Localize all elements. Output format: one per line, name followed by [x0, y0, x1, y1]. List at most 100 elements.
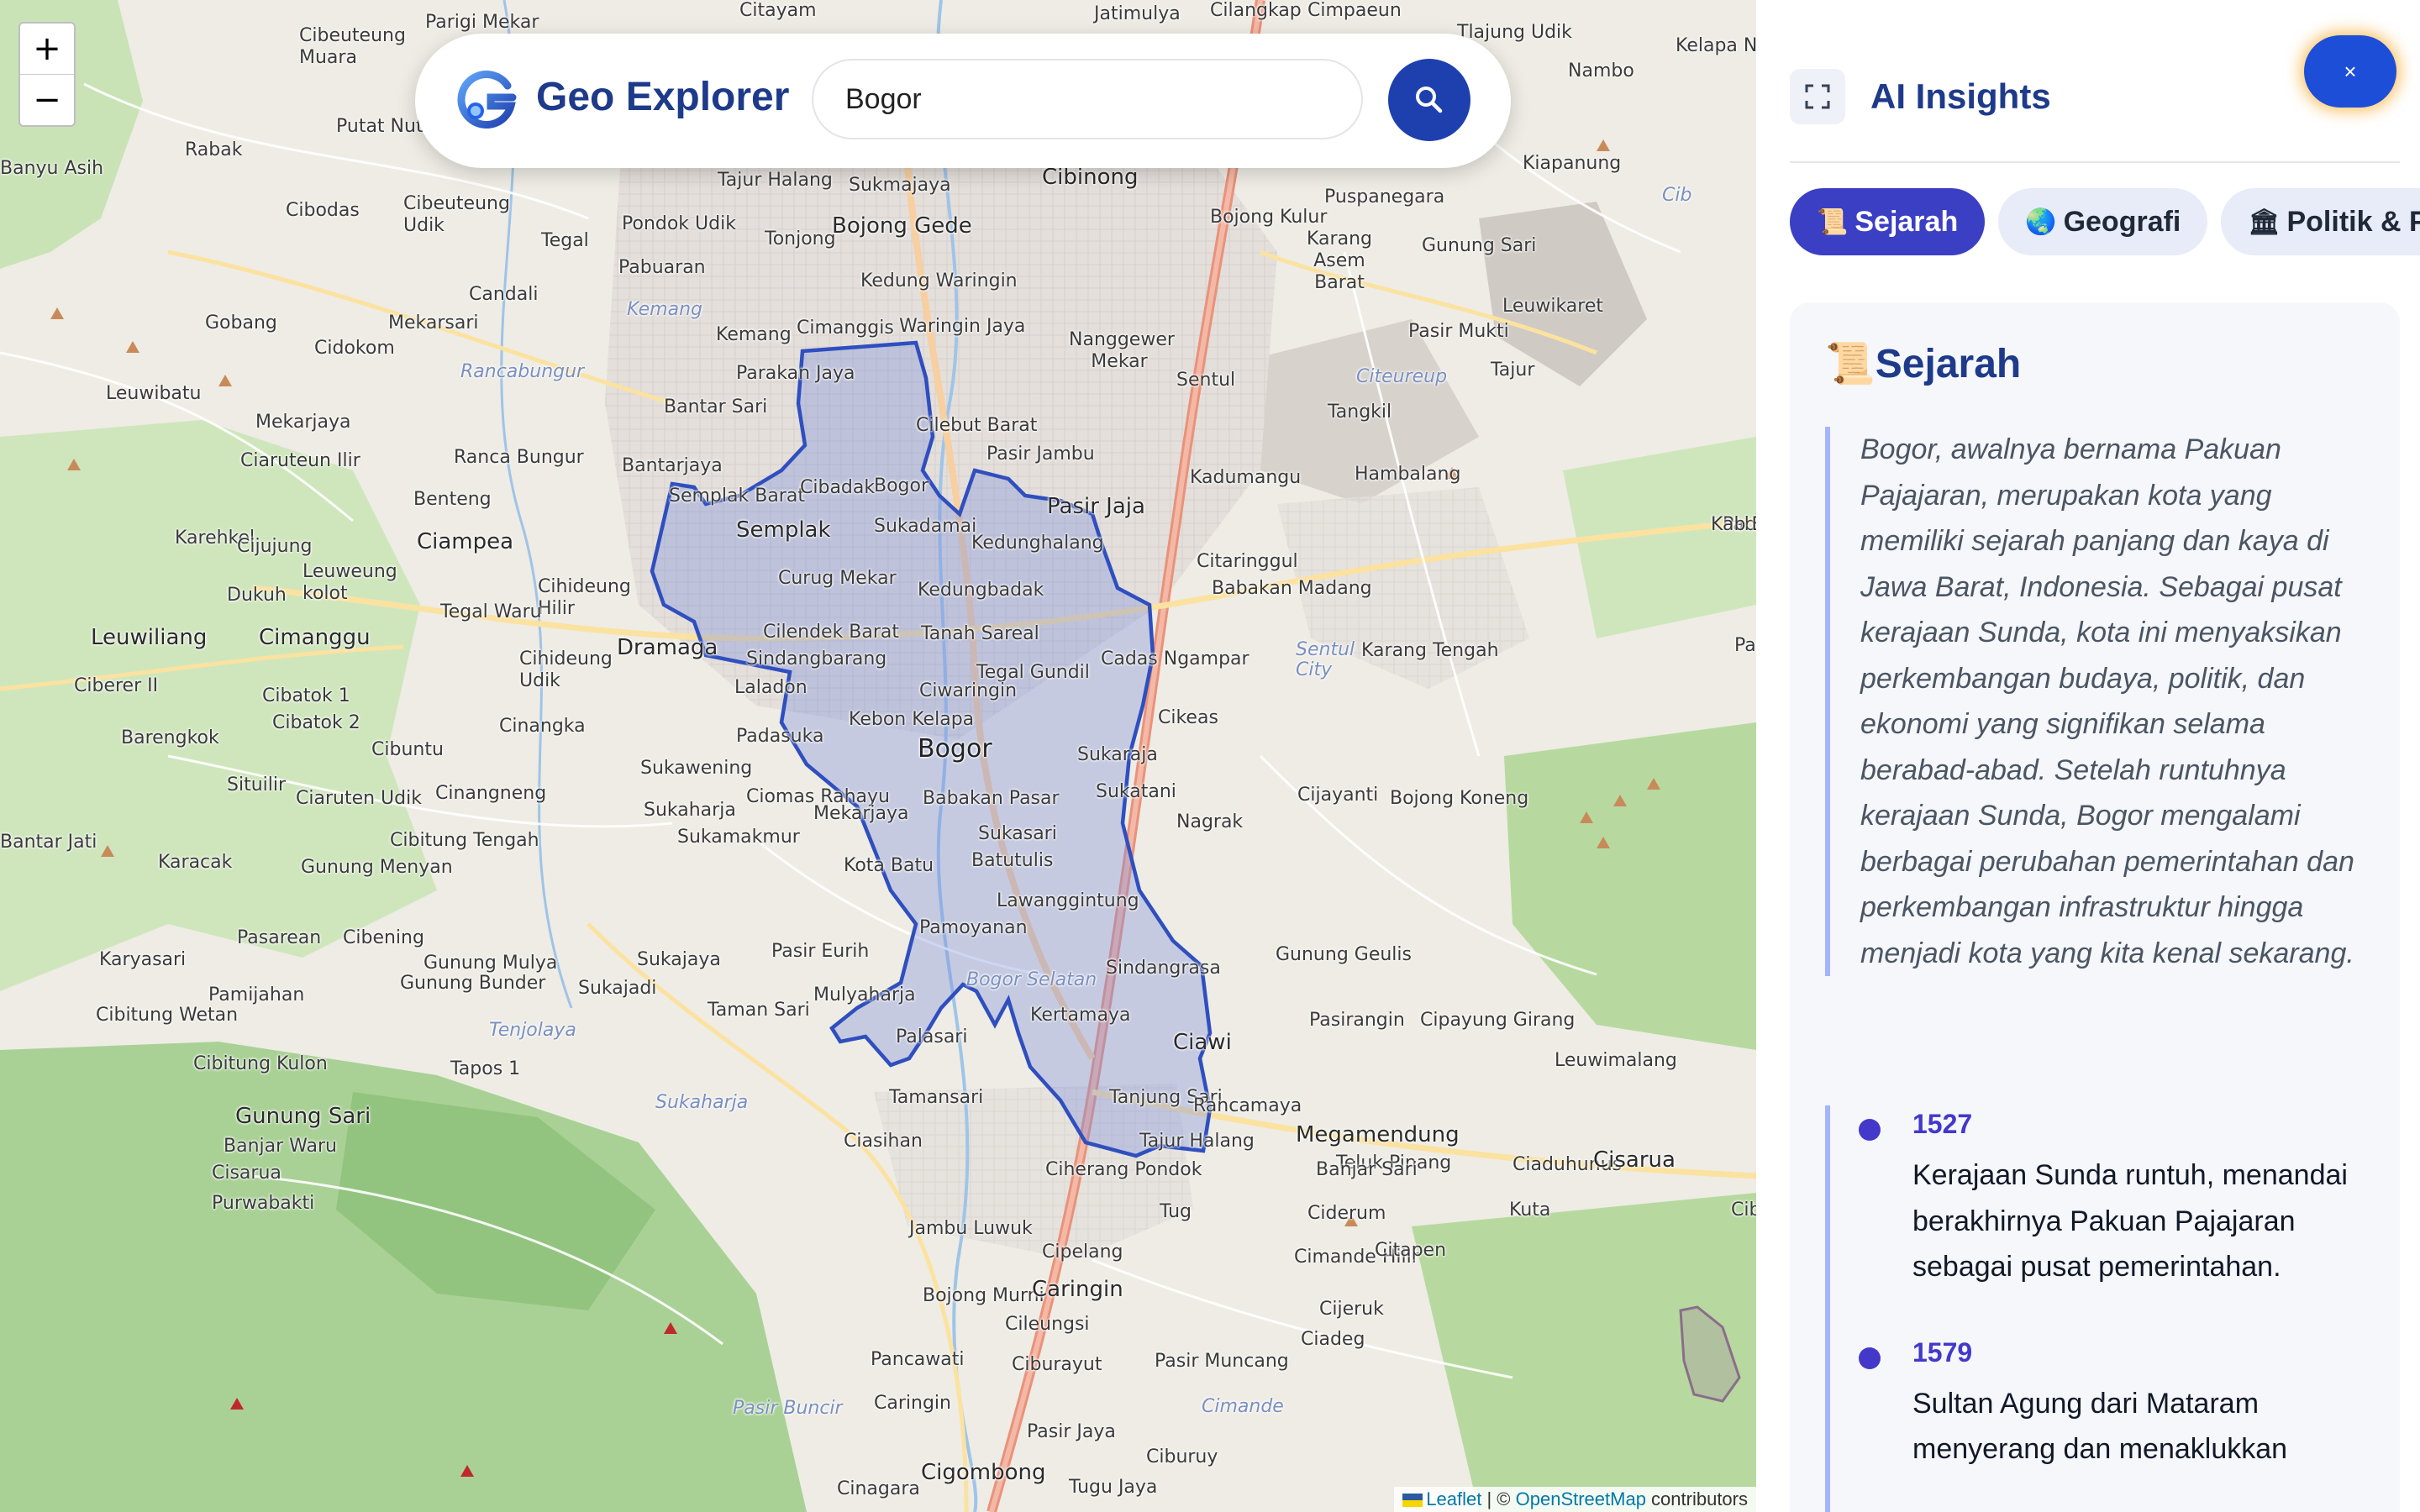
place-label: Cibadak [800, 477, 876, 498]
ai-insights-panel: AI Insights × 📜 Sejarah 🌏 Geografi 🏛 Pol… [1756, 0, 2420, 1512]
place-label: Tegal [541, 230, 589, 251]
app-title: Geo Explorer [536, 75, 790, 119]
timeline-year: 1527 [1912, 1109, 1973, 1139]
place-label: Kiapanung [1523, 153, 1622, 174]
place-label-major: Ciawi [1173, 1030, 1232, 1055]
place-label: Nambo [1568, 60, 1634, 81]
place-label: Cibitung Tengah [390, 830, 539, 851]
attribution-separator: | © [1481, 1488, 1516, 1509]
place-label: Cilendek Barat [763, 622, 900, 643]
timeline-text: Kerajaan Sunda runtuh, menandai berakhir… [1912, 1159, 2348, 1283]
place-label: Cisarua [212, 1163, 281, 1184]
place-label: Pancawati [871, 1349, 965, 1370]
place-label: Sukasari [978, 823, 1057, 844]
place-label: Kemang [627, 299, 702, 320]
timeline-text: Sultan Agung dari Mataram menyerang dan … [1912, 1387, 2288, 1466]
place-label: Citaringgul [1197, 551, 1298, 572]
place-label: Cinangka [499, 716, 586, 737]
search-input[interactable] [812, 59, 1363, 139]
place-label: Ciwaringin [919, 680, 1018, 701]
search-bar: Geo Explorer [415, 34, 1511, 168]
tab-politik[interactable]: 🏛 Politik & P [2221, 188, 2420, 255]
expand-button[interactable] [1790, 69, 1845, 124]
place-label: Kuta [1509, 1200, 1551, 1221]
place-label: Ciaruteun Ilir [240, 450, 360, 471]
scroll-icon: 📜 [1825, 342, 1876, 386]
place-label: Ciherang Pondok [1045, 1159, 1202, 1180]
place-label: Barengkok [121, 727, 219, 748]
place-label: Gunung Sari [1422, 235, 1537, 256]
place-label: Cimande [1202, 1396, 1284, 1417]
place-label: Pasirangin [1309, 1010, 1405, 1031]
place-label: Kota Batu [844, 855, 934, 876]
place-label: Pasir Buncir [733, 1398, 843, 1419]
place-label: Cimanggis [797, 318, 894, 339]
place-label: Ciburayut [1012, 1354, 1102, 1375]
place-label: Cipelang [1042, 1242, 1123, 1263]
place-label: Gobang [205, 312, 277, 333]
section-title-text: Sejarah [1875, 342, 2022, 386]
tab-sejarah[interactable]: 📜 Sejarah [1790, 188, 1986, 255]
place-label: Citayam [739, 0, 817, 21]
map-view[interactable]: Parigi Mekar Citayam Jatimulya Cilangkap… [0, 0, 1756, 1512]
place-label: Karang Tengah [1361, 640, 1499, 661]
section-title: 📜Sejarah [1825, 339, 2021, 387]
tab-label: Sejarah [1854, 205, 1959, 238]
leaflet-link[interactable]: Leaflet [1426, 1488, 1481, 1509]
place-label: Nanggewer Mekar [1069, 329, 1175, 372]
place-label: Tegal Waru [440, 601, 542, 622]
place-label: Bojong Kulur [1210, 207, 1328, 228]
place-label: Cibodas [286, 200, 360, 221]
place-label: Parigi Mekar [425, 12, 539, 33]
ukraine-flag-icon [1402, 1494, 1423, 1508]
place-label: Cibatok 2 [272, 712, 360, 733]
place-label: Pasir Jaya [1027, 1421, 1116, 1442]
place-label: Rabak [185, 139, 243, 160]
place-label: Citeureup [1356, 366, 1448, 387]
place-label: Tug [1160, 1201, 1192, 1222]
place-label: Sindangrasa [1106, 958, 1221, 979]
place-label: Pamoyanan [919, 917, 1028, 938]
zoom-out-button[interactable]: − [20, 74, 74, 125]
place-label: Tonjong [765, 228, 836, 249]
close-button[interactable]: × [2304, 35, 2396, 108]
place-label: Pondok Udik [622, 213, 736, 234]
place-label: Waringin Jaya [899, 316, 1026, 337]
place-label: Karang Asem Barat [1307, 228, 1372, 293]
place-label: Cib [1662, 185, 1692, 206]
place-label: Karyasari [99, 949, 187, 970]
place-label: Curug Mekar [778, 568, 897, 589]
place-label: Puspanegara [1324, 186, 1445, 207]
place-label-major: Bojong Gede [832, 213, 972, 239]
place-label: Tlajung Udik [1457, 22, 1572, 43]
place-label: Cijujung [237, 536, 313, 557]
place-label: Leuweung kolot [302, 561, 397, 604]
place-label: Tapos 1 [450, 1058, 521, 1079]
place-label: Cibuntu [371, 739, 444, 760]
place-label: Mekarjaya [255, 412, 351, 433]
place-label: Babakan Madang [1212, 578, 1372, 599]
place-label: Karacak [158, 852, 233, 873]
place-label: Ciaruten Udik [296, 788, 422, 809]
tab-geografi[interactable]: 🌏 Geografi [1998, 188, 2208, 255]
scroll-icon: 📜 [1817, 207, 1849, 236]
tab-label: Geografi [2063, 205, 2181, 238]
place-label: Cinangneng [435, 783, 547, 804]
place-label: Cibeuteung Udik [403, 193, 510, 236]
place-label: Kadumangu [1190, 467, 1302, 488]
place-label: Leuwibatu [106, 383, 202, 404]
place-label: Tugu Jaya [1069, 1477, 1158, 1498]
zoom-in-button[interactable]: + [20, 24, 74, 74]
place-label: Parakan Jaya [736, 363, 855, 384]
place-label-major: Ciampea [417, 529, 514, 554]
place-label: Cimpaeun [1307, 0, 1402, 21]
place-label: Tajur [1491, 360, 1535, 381]
osm-link[interactable]: OpenStreetMap [1516, 1488, 1646, 1509]
panel-title: AI Insights [1870, 76, 2051, 116]
place-label-major: Cisarua [1593, 1147, 1676, 1173]
place-label: Ciderum [1307, 1203, 1386, 1224]
place-label: Pasir Muncang [1155, 1351, 1289, 1372]
place-label: Cikeas [1158, 707, 1218, 728]
place-label: Tenjolaya [489, 1020, 576, 1041]
search-button[interactable] [1388, 59, 1470, 141]
